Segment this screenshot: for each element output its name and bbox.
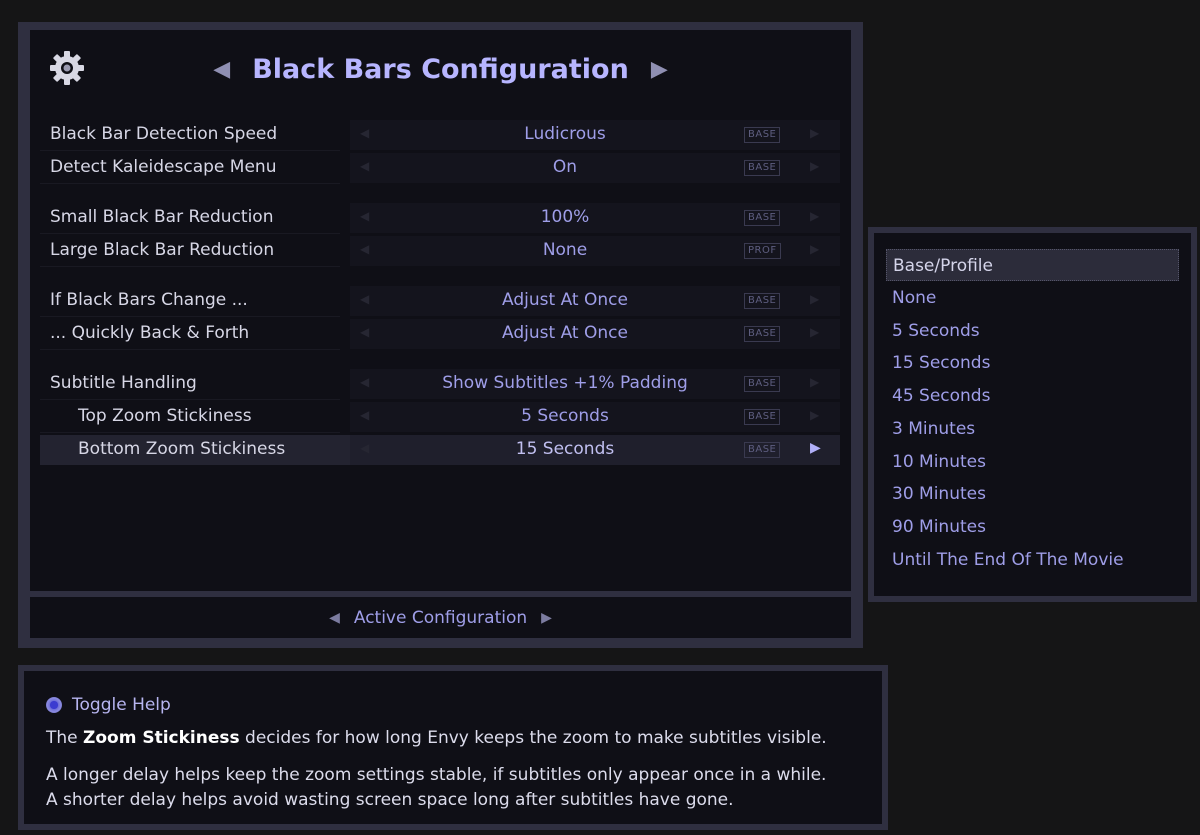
help-text-line-2: A longer delay helps keep the zoom setti… xyxy=(46,765,827,785)
increase-arrow-icon[interactable]: ▶ xyxy=(810,292,819,306)
setting-row-kaleidescape-menu[interactable]: Detect Kaleidescape Menu ◀ On BASE ▶ xyxy=(40,153,840,184)
source-tag: PROF xyxy=(744,243,781,259)
increase-arrow-icon[interactable]: ▶ xyxy=(810,325,819,339)
setting-row-small-reduction[interactable]: Small Black Bar Reduction ◀ 100% BASE ▶ xyxy=(40,203,840,234)
setting-value: Adjust At Once xyxy=(502,290,628,310)
config-panel: ◀ Black Bars Configuration ▶ Black Bar D… xyxy=(18,22,863,648)
option-5-seconds[interactable]: 5 Seconds xyxy=(886,315,1179,347)
option-15-seconds[interactable]: 15 Seconds xyxy=(886,347,1179,379)
row-divider xyxy=(40,233,340,234)
setting-label: Black Bar Detection Speed xyxy=(50,124,278,144)
option-10-minutes[interactable]: 10 Minutes xyxy=(886,446,1179,478)
setting-row-detection-speed[interactable]: Black Bar Detection Speed ◀ Ludicrous BA… xyxy=(40,120,840,151)
settings-list: Black Bar Detection Speed ◀ Ludicrous BA… xyxy=(30,108,851,591)
setting-value: None xyxy=(542,240,588,260)
prev-config-arrow-icon[interactable]: ◀ xyxy=(329,610,340,626)
setting-value-box[interactable]: ◀ Ludicrous BASE ▶ xyxy=(350,120,840,150)
option-until-end[interactable]: Until The End Of The Movie xyxy=(886,544,1179,576)
help-panel: Toggle Help The Zoom Stickiness decides … xyxy=(18,665,888,830)
setting-row-large-reduction[interactable]: Large Black Bar Reduction ◀ None PROF ▶ xyxy=(40,236,840,267)
increase-arrow-icon[interactable]: ▶ xyxy=(810,408,819,422)
setting-row-bottom-stickiness[interactable]: Bottom Zoom Stickiness ◀ 15 Seconds BASE… xyxy=(40,435,840,465)
row-divider xyxy=(40,432,340,433)
source-tag: BASE xyxy=(744,160,781,176)
setting-label: Small Black Bar Reduction xyxy=(50,207,274,227)
option-30-minutes[interactable]: 30 Minutes xyxy=(886,478,1179,510)
source-tag: BASE xyxy=(744,409,781,425)
increase-arrow-icon[interactable]: ▶ xyxy=(810,242,819,256)
help-text-line-3: A shorter delay helps avoid wasting scre… xyxy=(46,790,734,810)
panel-header: ◀ Black Bars Configuration ▶ xyxy=(30,30,851,108)
help-text-line-1: The Zoom Stickiness decides for how long… xyxy=(46,728,827,748)
next-config-arrow-icon[interactable]: ▶ xyxy=(541,610,552,626)
source-tag: BASE xyxy=(744,210,781,226)
setting-row-subtitle-handling[interactable]: Subtitle Handling ◀ Show Subtitles +1% P… xyxy=(40,369,840,400)
row-divider xyxy=(40,150,340,151)
setting-value-box[interactable]: ◀ 5 Seconds BASE ▶ xyxy=(350,402,840,432)
setting-value: 15 Seconds xyxy=(515,439,615,459)
help-keyword: Zoom Stickiness xyxy=(83,728,240,748)
next-page-arrow-icon[interactable]: ▶ xyxy=(651,57,668,82)
toggle-help-label: Toggle Help xyxy=(72,695,171,715)
increase-arrow-icon[interactable]: ▶ xyxy=(810,209,819,223)
row-divider xyxy=(40,266,340,267)
setting-value-box[interactable]: ◀ None PROF ▶ xyxy=(350,236,840,266)
help-line1-pre: The xyxy=(46,728,84,748)
setting-label: ... Quickly Back & Forth xyxy=(50,323,250,343)
page-title: Black Bars Configuration xyxy=(252,53,629,85)
setting-label: Subtitle Handling xyxy=(50,373,197,393)
option-base-profile[interactable]: Base/Profile xyxy=(886,249,1179,281)
source-tag: BASE xyxy=(744,127,781,143)
increase-arrow-icon[interactable]: ▶ xyxy=(810,126,819,140)
setting-value: 5 Seconds xyxy=(521,406,609,426)
option-45-seconds[interactable]: 45 Seconds xyxy=(886,380,1179,412)
setting-row-back-forth[interactable]: ... Quickly Back & Forth ◀ Adjust At Onc… xyxy=(40,319,840,350)
setting-row-bars-change[interactable]: If Black Bars Change ... ◀ Adjust At Onc… xyxy=(40,286,840,317)
setting-value: Show Subtitles +1% Padding xyxy=(442,373,688,393)
footer-label: Active Configuration xyxy=(353,607,528,628)
option-none[interactable]: None xyxy=(886,282,1179,314)
row-divider xyxy=(40,316,340,317)
setting-value-box[interactable]: ◀ Adjust At Once BASE ▶ xyxy=(350,319,840,349)
source-tag: BASE xyxy=(744,326,781,342)
increase-arrow-icon[interactable]: ▶ xyxy=(810,375,819,389)
active-configuration-selector[interactable]: ◀ Active Configuration ▶ xyxy=(30,597,851,638)
increase-arrow-icon[interactable]: ▶ xyxy=(810,159,819,173)
toggle-help-button[interactable]: Toggle Help xyxy=(46,695,171,715)
setting-label: If Black Bars Change ... xyxy=(50,290,248,310)
row-divider xyxy=(40,349,340,350)
setting-value: On xyxy=(552,157,578,177)
setting-value: 100% xyxy=(540,207,590,227)
setting-label: Detect Kaleidescape Menu xyxy=(50,157,277,177)
row-divider xyxy=(40,183,340,184)
source-tag: BASE xyxy=(744,293,781,309)
setting-value-box[interactable]: ◀ Show Subtitles +1% Padding BASE ▶ xyxy=(350,369,840,399)
setting-value-box[interactable]: ◀ 100% BASE ▶ xyxy=(350,203,840,233)
setting-value: Adjust At Once xyxy=(502,323,628,343)
option-3-minutes[interactable]: 3 Minutes xyxy=(886,413,1179,445)
stickiness-options-dropdown: Base/Profile None 5 Seconds 15 Seconds 4… xyxy=(868,227,1197,602)
prev-page-arrow-icon[interactable]: ◀ xyxy=(213,57,230,82)
increase-arrow-icon[interactable]: ▶ xyxy=(810,440,821,456)
setting-label: Bottom Zoom Stickiness xyxy=(78,439,286,459)
setting-value-box[interactable]: ◀ Adjust At Once BASE ▶ xyxy=(350,286,840,316)
row-divider xyxy=(40,399,340,400)
setting-row-top-stickiness[interactable]: Top Zoom Stickiness ◀ 5 Seconds BASE ▶ xyxy=(40,402,840,433)
setting-value-box[interactable]: ◀ 15 Seconds BASE ▶ xyxy=(350,435,840,465)
setting-value: Ludicrous xyxy=(524,124,606,144)
help-line1-post: decides for how long Envy keeps the zoom… xyxy=(239,728,827,748)
title-wrap: ◀ Black Bars Configuration ▶ xyxy=(30,30,851,108)
setting-value-box[interactable]: ◀ On BASE ▶ xyxy=(350,153,840,183)
setting-label: Large Black Bar Reduction xyxy=(50,240,275,260)
source-tag: BASE xyxy=(744,442,781,458)
setting-label: Top Zoom Stickiness xyxy=(78,406,252,426)
source-tag: BASE xyxy=(744,376,781,392)
help-button-icon xyxy=(46,697,62,713)
option-90-minutes[interactable]: 90 Minutes xyxy=(886,511,1179,543)
